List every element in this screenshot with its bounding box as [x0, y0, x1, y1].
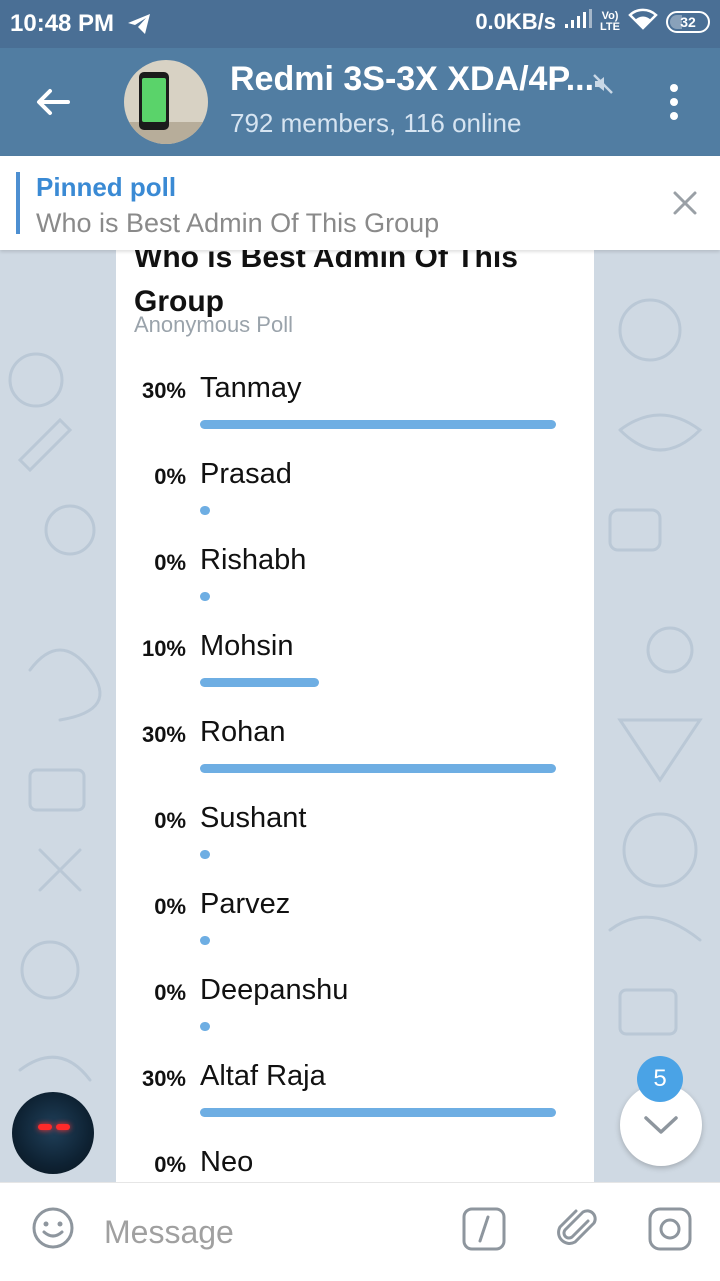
poll-option: 0% Deepanshu [116, 974, 594, 1064]
poll-option-percent: 0% [154, 1152, 186, 1177]
pinned-title: Pinned poll [36, 172, 177, 202]
camera-icon[interactable] [646, 1205, 694, 1258]
poll-option: 30% Tanmay [116, 372, 594, 462]
emoji-icon[interactable] [30, 1205, 76, 1256]
poll-option-bar [200, 592, 210, 601]
poll-option-percent: 0% [154, 550, 186, 575]
poll-option-name: Prasad [200, 458, 292, 490]
poll-option-percent: 30% [141, 1066, 186, 1091]
pinned-accent-bar [16, 172, 20, 234]
poll-option-percent: 30% [141, 722, 186, 747]
poll-option-percent: 0% [154, 808, 186, 833]
close-icon[interactable] [668, 186, 702, 220]
poll-option-bar [200, 764, 556, 773]
poll-option-name: Rohan [200, 716, 286, 748]
pinned-text: Who is Best Admin Of This Group [36, 208, 440, 238]
poll-option-name: Sushant [200, 802, 307, 834]
unread-count-badge: 5 [637, 1056, 683, 1102]
chevron-down-icon [644, 1116, 678, 1134]
battery-icon: 32 [666, 11, 710, 33]
poll-option-name: Tanmay [200, 372, 302, 404]
telegram-icon [126, 12, 152, 41]
status-time: 10:48 PM [10, 10, 115, 37]
poll-option-bar [200, 1022, 210, 1031]
lte-label: LTE [600, 21, 620, 33]
poll-option: 0% Rishabh [116, 544, 594, 634]
poll-option-percent: 30% [141, 378, 186, 403]
chat-title[interactable]: Redmi 3S-3X XDA/4P... [230, 60, 594, 99]
poll-option-bar [200, 850, 210, 859]
poll-option-bar [200, 506, 210, 515]
battery-level: 32 [680, 14, 696, 30]
poll-option-bar [200, 420, 556, 429]
chat-header: Redmi 3S-3X XDA/4P... 792 members, 116 o… [0, 48, 720, 156]
signal-icon [564, 9, 593, 35]
poll-option: 0% Prasad [116, 458, 594, 548]
poll-option-percent: 10% [141, 636, 186, 661]
poll-option: 30% Altaf Raja [116, 1060, 594, 1150]
network-speed: 0.0KB/s [475, 9, 557, 34]
poll-option: 0% Neo [116, 1146, 594, 1182]
poll-option-name: Deepanshu [200, 974, 349, 1006]
attach-icon[interactable] [554, 1205, 602, 1258]
poll-option-percent: 0% [154, 464, 186, 489]
poll-type: Anonymous Poll [134, 312, 293, 337]
poll-option-name: Rishabh [200, 544, 307, 576]
poll-option: 0% Parvez [116, 888, 594, 978]
mute-icon [592, 73, 614, 100]
poll-message: Who is Best Admin Of This Group Anonymou… [116, 200, 594, 1182]
poll-option-bar [200, 1108, 556, 1117]
wifi-icon [628, 8, 658, 36]
message-composer [0, 1182, 720, 1281]
group-avatar[interactable] [124, 60, 208, 144]
sender-avatar[interactable] [12, 1092, 94, 1174]
poll-option-name: Parvez [200, 888, 291, 920]
chat-subtitle: 792 members, 116 online [230, 108, 522, 138]
poll-option-bar [200, 678, 319, 687]
back-arrow-icon[interactable] [30, 80, 74, 124]
message-input[interactable] [102, 1207, 426, 1257]
poll-option-bar [200, 936, 210, 945]
poll-option-name: Neo [200, 1146, 254, 1178]
poll-option-percent: 0% [154, 894, 186, 919]
poll-option-name: Altaf Raja [200, 1060, 326, 1092]
poll-option: 10% Mohsin [116, 630, 594, 720]
pinned-message[interactable]: Pinned poll Who is Best Admin Of This Gr… [0, 156, 720, 250]
poll-option-percent: 0% [154, 980, 186, 1005]
more-vert-icon[interactable] [660, 82, 688, 122]
poll-option: 0% Sushant [116, 802, 594, 892]
volte-indicator: Vo) LTE [600, 11, 620, 33]
bot-command-icon[interactable] [460, 1205, 508, 1258]
status-bar: 10:48 PM 0.0KB/s Vo) LTE 32 [0, 0, 720, 48]
poll-option-name: Mohsin [200, 630, 294, 662]
poll-option: 30% Rohan [116, 716, 594, 806]
